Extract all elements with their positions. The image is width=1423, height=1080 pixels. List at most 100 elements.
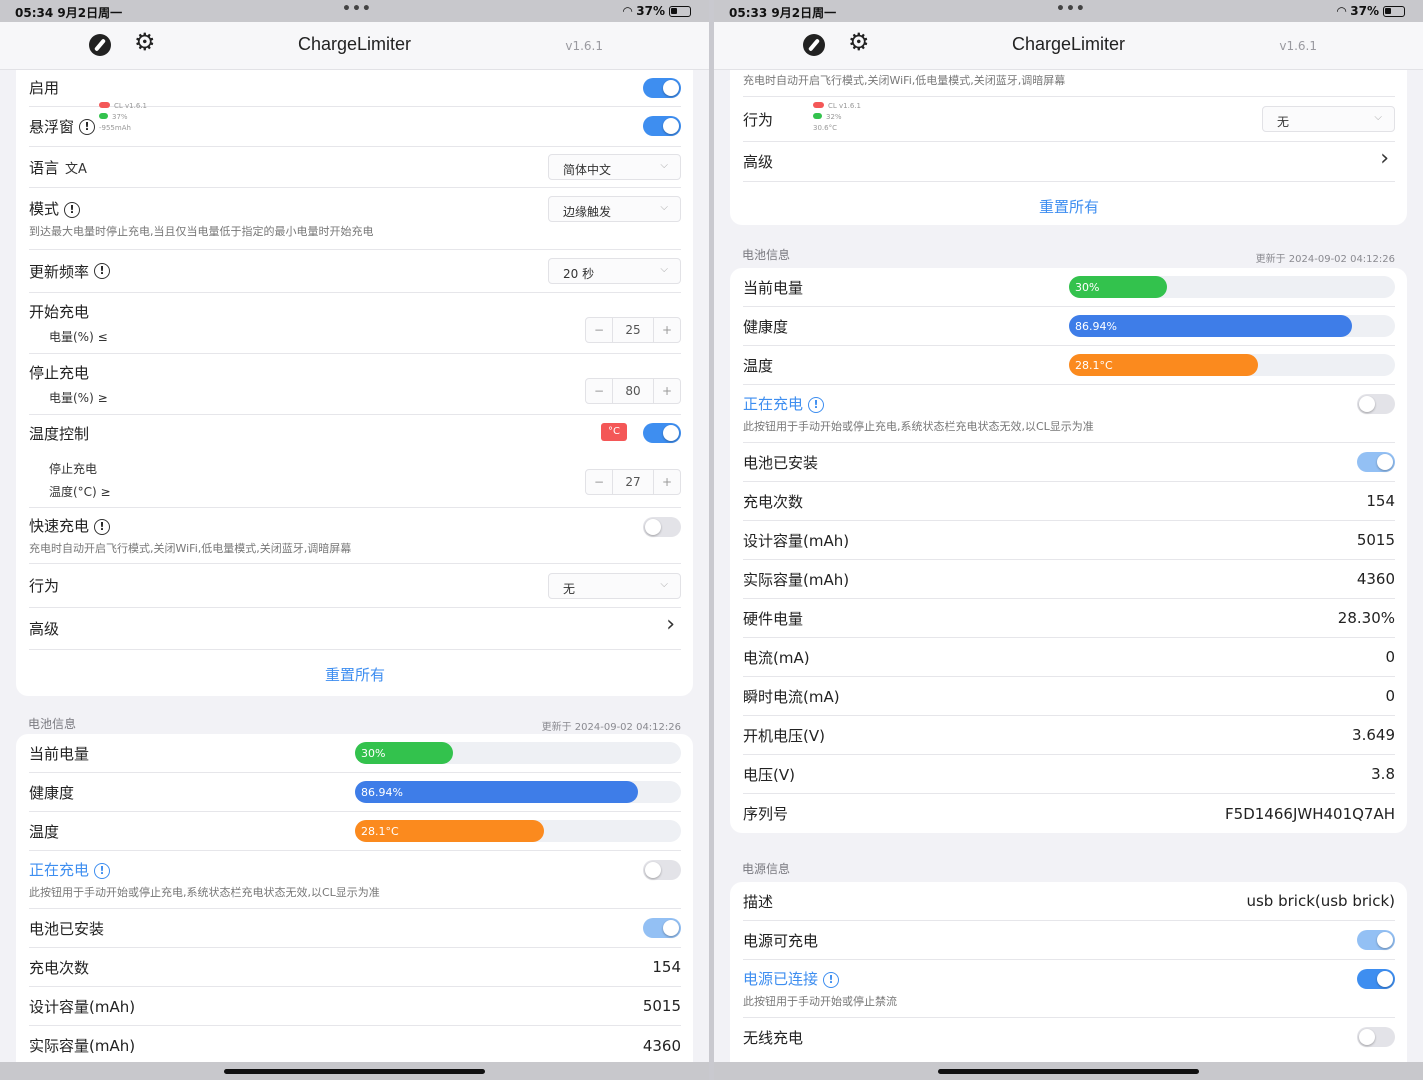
settings-card: 启用 悬浮窗! CL v1.6.1 37% -955mAh 语言 文A 简体中文 ⌵	[16, 70, 693, 696]
stop-charge-stepper[interactable]: − 80 +	[585, 378, 681, 404]
fast-charge-toggle[interactable]	[643, 517, 681, 537]
enable-toggle[interactable]	[643, 78, 681, 98]
wireless-toggle[interactable]	[1357, 1027, 1395, 1047]
home-indicator[interactable]	[224, 1069, 485, 1074]
power-desc-row: 描述 usb brick(usb brick)	[743, 882, 1395, 921]
power-connected-row: 电源已连接! 此按钮用于手动开始或停止禁流	[743, 960, 1395, 1018]
start-charge-value[interactable]: 25	[612, 318, 654, 342]
increment-button[interactable]: +	[654, 470, 680, 494]
temp-stepper[interactable]: − 27 +	[585, 469, 681, 495]
action-select[interactable]: 无 ⌵	[548, 573, 681, 599]
fast-charge-desc: 充电时自动开启飞行模式,关闭WiFi,低电量模式,关闭蓝牙,调暗屏幕	[743, 74, 1066, 87]
current-level-label: 当前电量	[743, 278, 804, 297]
battery-percent: 37%	[636, 4, 665, 18]
scroll-content[interactable]: 充电时自动开启飞行模式,关闭WiFi,低电量模式,关闭蓝牙,调暗屏幕 行为 CL…	[714, 70, 1423, 1062]
hw-level-row: 硬件电量 28.30%	[743, 599, 1395, 638]
action-select[interactable]: 无 ⌵	[1262, 106, 1395, 132]
wifi-icon: ◠	[623, 4, 633, 18]
preview-green-dot	[99, 113, 108, 119]
charging-info-icon[interactable]: !	[808, 397, 825, 413]
decrement-button[interactable]: −	[586, 379, 612, 403]
mode-select[interactable]: 边缘触发 ⌵	[548, 196, 681, 222]
charging-row: 正在充电! 此按钮用于手动开始或停止充电,系统状态栏充电状态无效,以CL显示为准	[743, 385, 1395, 443]
charging-toggle[interactable]	[1357, 394, 1395, 414]
current-ma-label: 电流(mA)	[743, 648, 810, 667]
preview-text-3: 30.6°C	[813, 124, 837, 132]
reset-all-button[interactable]: 重置所有	[29, 650, 681, 696]
charging-toggle[interactable]	[643, 860, 681, 880]
preview-green-dot	[813, 113, 822, 119]
current-level-label: 当前电量	[29, 744, 90, 763]
action-preview: CL v1.6.1 32% 30.6°C	[813, 101, 861, 134]
fast-charge-info-icon[interactable]: !	[94, 519, 111, 535]
installed-toggle[interactable]	[643, 918, 681, 938]
floating-label: 悬浮窗	[29, 118, 75, 136]
status-time-text: 05:34	[15, 6, 54, 20]
floating-toggle[interactable]	[643, 116, 681, 136]
power-card: 描述 usb brick(usb brick) 电源可充电 电源已连接! 此按钮…	[730, 882, 1407, 1062]
floating-info-icon[interactable]: !	[79, 118, 96, 135]
home-indicator[interactable]	[938, 1069, 1199, 1074]
charging-info-icon[interactable]: !	[94, 863, 111, 879]
current-level-bar: 30%	[355, 742, 681, 764]
cycles-row: 充电次数 154	[743, 482, 1395, 521]
temp-unit-badge[interactable]: °C	[601, 423, 627, 441]
health-label: 健康度	[743, 317, 789, 336]
mode-info-icon[interactable]: !	[64, 202, 81, 218]
decrement-button[interactable]: −	[586, 470, 612, 494]
installed-label: 电池已安装	[29, 919, 105, 938]
power-chargeable-toggle[interactable]	[1357, 930, 1395, 950]
installed-row: 电池已安装	[743, 443, 1395, 482]
scroll-content[interactable]: 启用 悬浮窗! CL v1.6.1 37% -955mAh 语言 文A 简体中文 ⌵	[0, 70, 709, 1062]
serial-row: 序列号 F5D1466JWH401Q7AH	[743, 794, 1395, 833]
multitask-dots[interactable]: •••	[342, 1, 372, 17]
update-freq-info-icon[interactable]: !	[94, 263, 111, 279]
design-cap-row: 设计容量(mAh) 5015	[743, 521, 1395, 560]
actual-cap-label: 实际容量(mAh)	[743, 570, 850, 589]
advanced-row[interactable]: 高级 ›	[29, 608, 681, 650]
fast-charge-label: 快速充电	[29, 517, 90, 535]
nav-bar: ⚙ ChargeLimiter v1.6.1	[714, 22, 1423, 70]
status-time-text: 05:33	[729, 6, 768, 20]
charging-desc: 此按钮用于手动开始或停止充电,系统状态栏充电状态无效,以CL显示为准	[743, 420, 1094, 433]
temp-value[interactable]: 27	[612, 470, 654, 494]
status-date: 9月2日周一	[771, 6, 837, 20]
temp-sub: 温度(°C) ≥	[49, 484, 111, 499]
current-level-fill: 30%	[1069, 276, 1167, 298]
cycles-row: 充电次数 154	[29, 948, 681, 987]
reset-all-button[interactable]: 重置所有	[743, 182, 1395, 225]
battery-updated-time: 更新于 2024-09-02 04:12:26	[541, 722, 681, 733]
multitask-dots[interactable]: •••	[1056, 1, 1086, 17]
start-charge-stepper[interactable]: − 25 +	[585, 317, 681, 343]
power-connected-info-icon[interactable]: !	[823, 972, 840, 988]
mode-label: 模式	[29, 200, 60, 218]
nav-bar: ⚙ ChargeLimiter v1.6.1	[0, 22, 709, 70]
decrement-button[interactable]: −	[586, 318, 612, 342]
installed-toggle[interactable]	[1357, 452, 1395, 472]
increment-button[interactable]: +	[654, 318, 680, 342]
advanced-row[interactable]: 高级 ›	[743, 142, 1395, 182]
update-freq-select[interactable]: 20 秒 ⌵	[548, 258, 681, 284]
increment-button[interactable]: +	[654, 379, 680, 403]
power-connected-toggle[interactable]	[1357, 969, 1395, 989]
cycles-value: 154	[1366, 492, 1395, 510]
status-right: ◠ 37%	[1337, 4, 1405, 18]
advanced-label: 高级	[29, 620, 60, 638]
mode-desc: 到达最大电量时停止充电,当且仅当电量低于指定的最小电量时开始充电	[29, 225, 374, 238]
current-level-row: 当前电量 30%	[743, 268, 1395, 307]
temperature-row: 温度 28.1°C	[29, 812, 681, 851]
floating-preview: CL v1.6.1 37% -955mAh	[99, 101, 147, 134]
update-freq-value: 20 秒	[563, 267, 595, 281]
stop-charge-value[interactable]: 80	[612, 379, 654, 403]
charging-desc: 此按钮用于手动开始或停止充电,系统状态栏充电状态无效,以CL显示为准	[29, 886, 380, 899]
power-connected-label-wrap: 电源已连接!	[743, 968, 840, 989]
current-level-fill: 30%	[355, 742, 453, 764]
language-select[interactable]: 简体中文 ⌵	[548, 154, 681, 180]
temperature-bar: 28.1°C	[1069, 354, 1395, 376]
temp-control-toggle[interactable]	[643, 423, 681, 443]
power-chargeable-row: 电源可充电	[743, 921, 1395, 960]
voltage-row: 电压(V) 3.8	[743, 755, 1395, 794]
design-cap-label: 设计容量(mAh)	[29, 997, 136, 1016]
preview-text-2: 37%	[112, 113, 128, 121]
power-connected-label: 电源已连接	[743, 970, 819, 988]
